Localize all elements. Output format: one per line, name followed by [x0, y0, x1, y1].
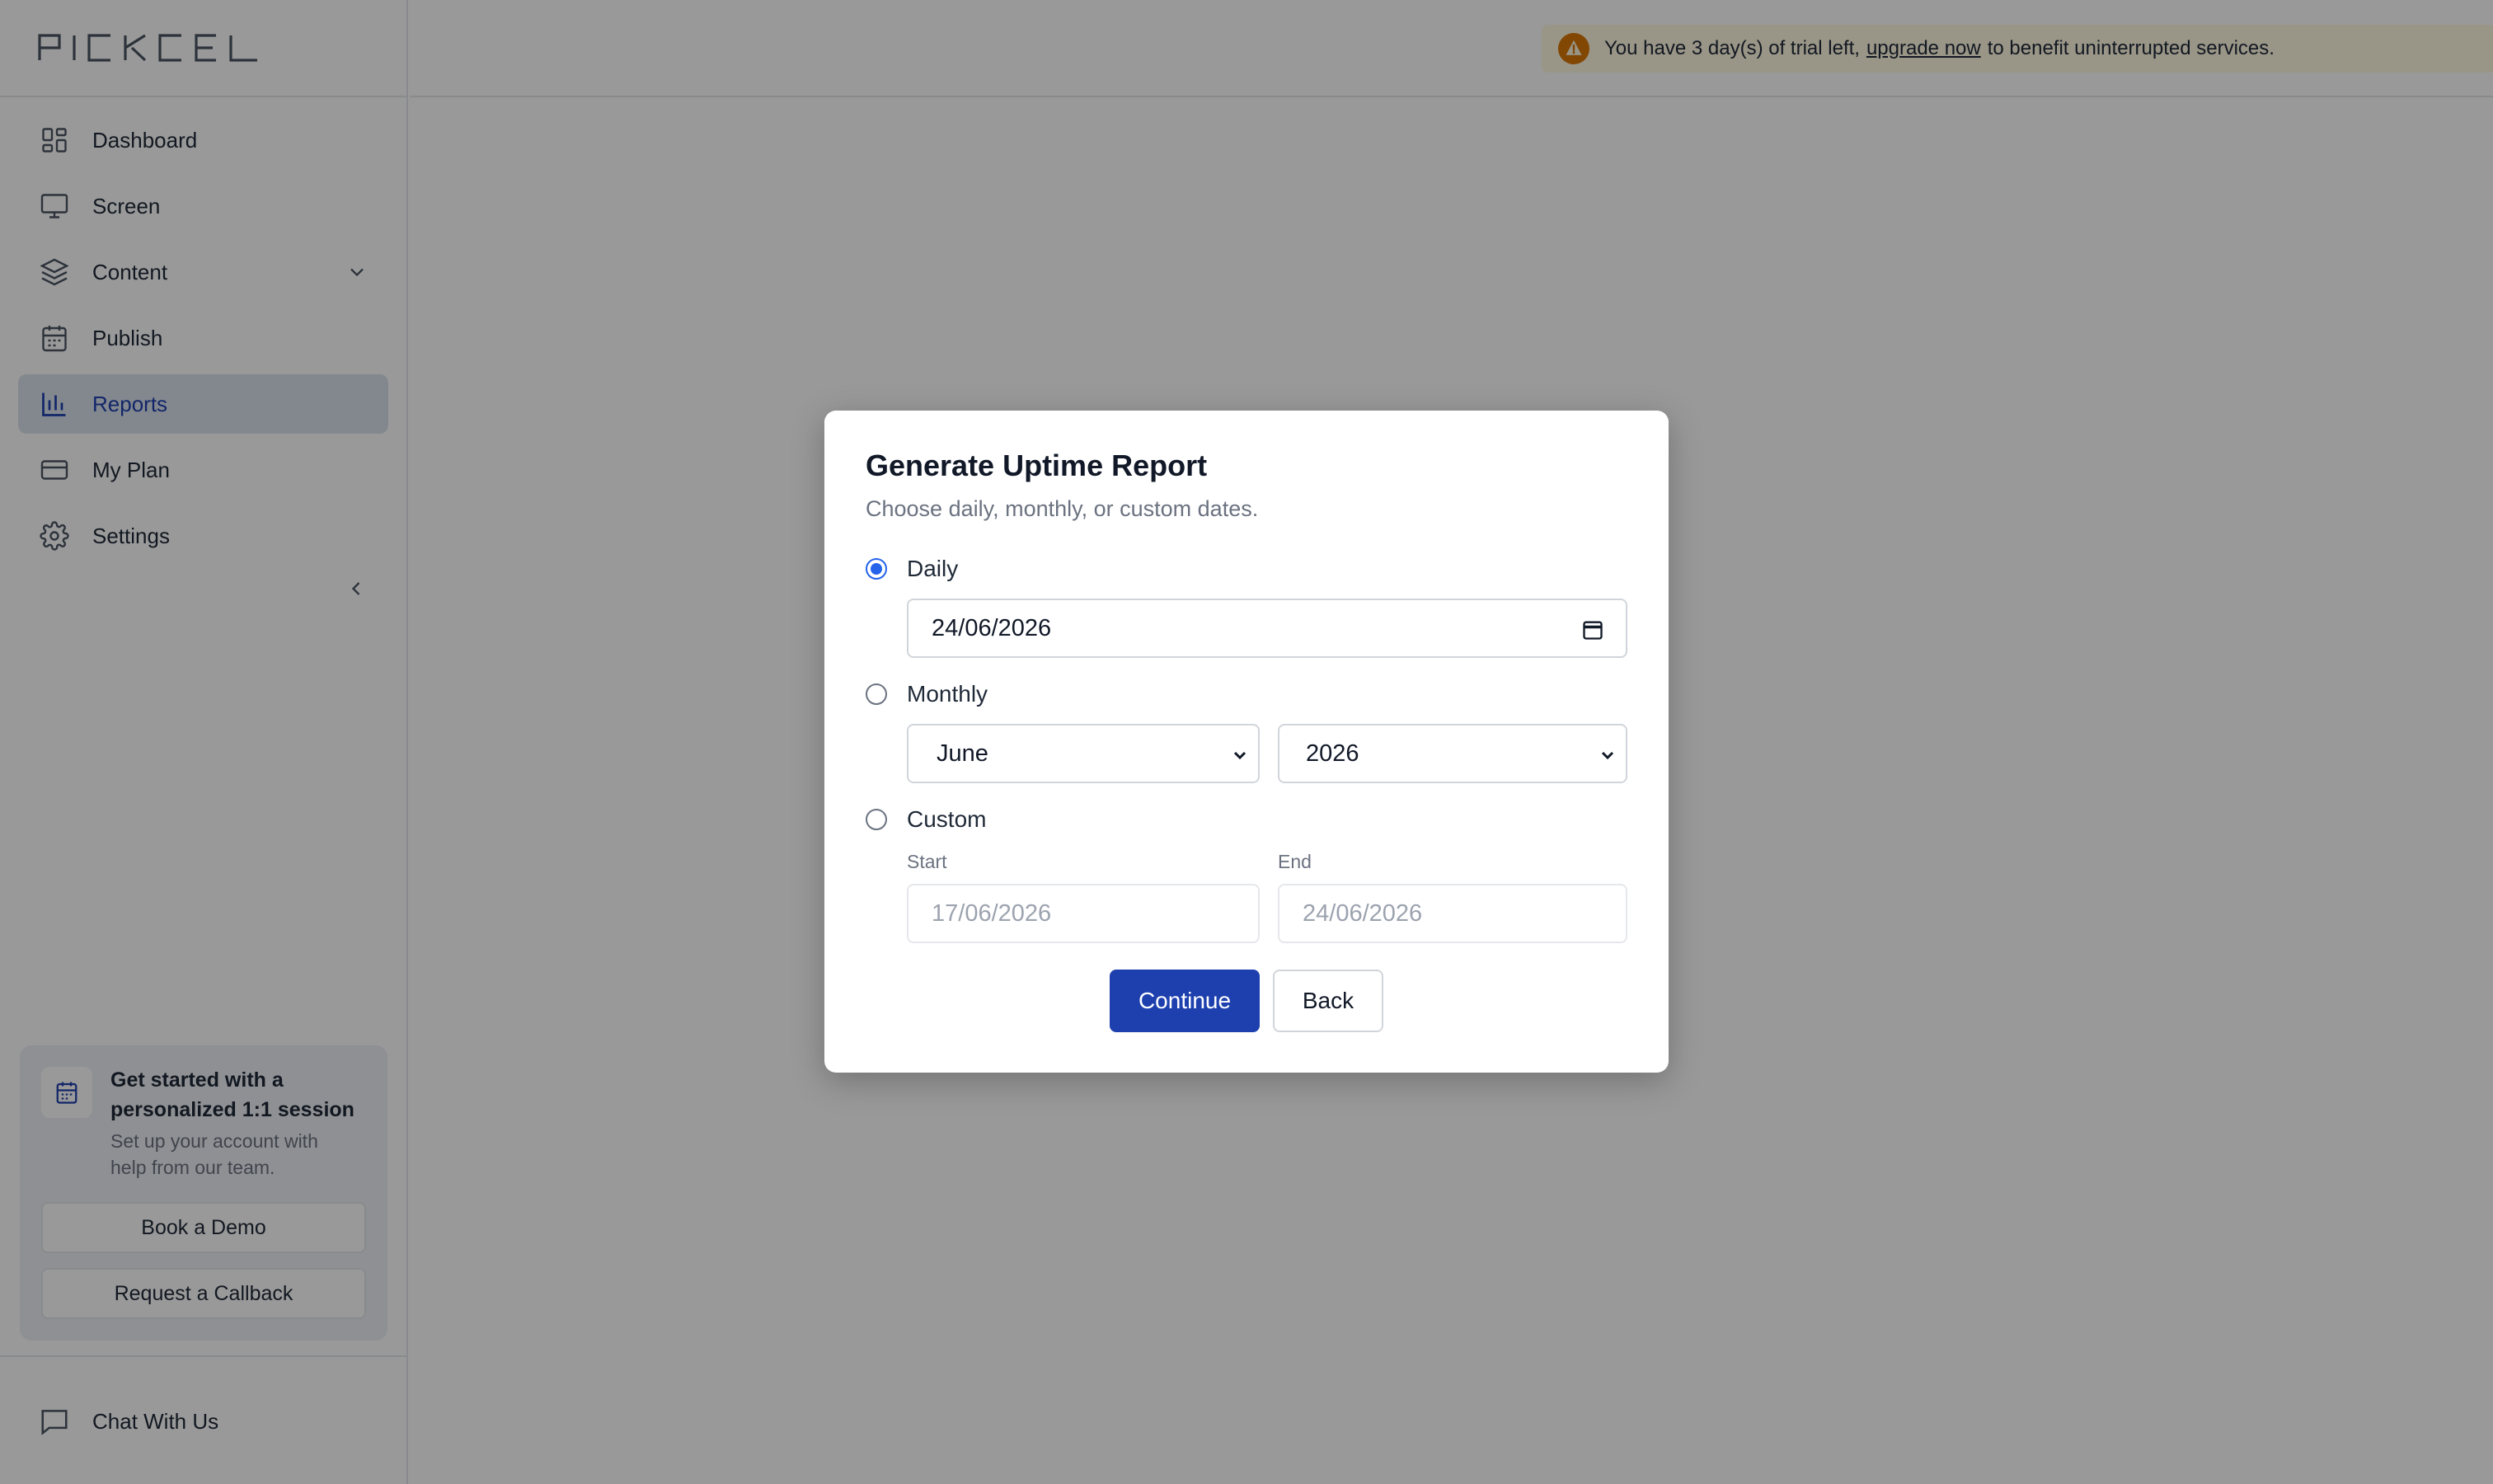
monthly-radio[interactable]: [866, 683, 887, 705]
dialog-title: Generate Uptime Report: [866, 448, 1208, 482]
monthly-label: Monthly: [907, 681, 988, 707]
monthly-option[interactable]: Monthly: [866, 681, 988, 707]
start-date-value: 17/06/2026: [932, 899, 1052, 927]
generate-uptime-report-dialog: Generate Uptime Report Choose daily, mon…: [824, 411, 1669, 1073]
calendar-icon[interactable]: [1581, 618, 1604, 641]
end-date-label: End: [1278, 851, 1312, 872]
year-select-value: 2026: [1306, 740, 1359, 767]
daily-radio[interactable]: [866, 558, 887, 580]
start-date-label: Start: [907, 851, 947, 872]
daily-label: Daily: [907, 556, 959, 581]
custom-option[interactable]: Custom: [866, 806, 986, 833]
year-select[interactable]: 2026: [1278, 724, 1627, 783]
daily-date-input[interactable]: 24/06/2026: [907, 599, 1627, 658]
chevron-down-icon: [1233, 751, 1246, 760]
back-button[interactable]: Back: [1273, 970, 1383, 1032]
end-date-value: 24/06/2026: [1303, 899, 1423, 927]
custom-radio[interactable]: [866, 809, 887, 830]
continue-button[interactable]: Continue: [1110, 970, 1260, 1032]
daily-date-value: 24/06/2026: [932, 614, 1052, 641]
custom-end-date-input[interactable]: 24/06/2026: [1278, 884, 1627, 943]
dialog-subtitle: Choose daily, monthly, or custom dates.: [866, 496, 1259, 521]
custom-label: Custom: [907, 806, 987, 832]
month-select-value: June: [937, 740, 988, 767]
custom-start-date-input[interactable]: 17/06/2026: [907, 884, 1260, 943]
month-select[interactable]: June: [907, 724, 1260, 783]
daily-option[interactable]: Daily: [866, 556, 958, 582]
chevron-down-icon: [1601, 751, 1614, 760]
